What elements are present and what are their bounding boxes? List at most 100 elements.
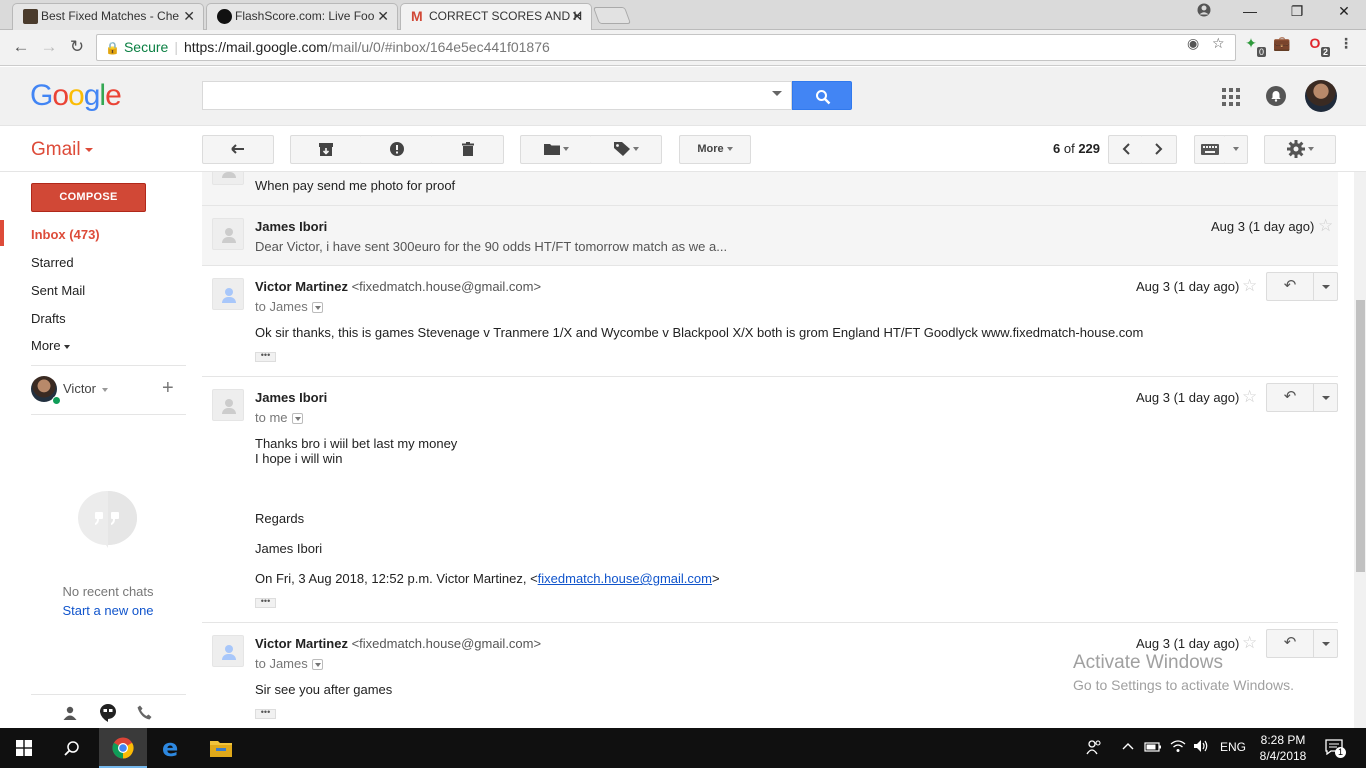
taskbar-chrome[interactable] <box>99 728 147 768</box>
browser-tab-flashscore[interactable]: FlashScore.com: Live Foo ✕ <box>206 3 398 30</box>
star-icon[interactable]: ☆ <box>1242 633 1257 653</box>
clock-date: 8/4/2018 <box>1259 749 1307 763</box>
star-icon[interactable]: ☆ <box>1242 276 1257 296</box>
delete-button[interactable] <box>432 135 504 164</box>
show-trimmed-content-button[interactable]: ••• <box>255 708 276 719</box>
address-bar[interactable]: 🔒 Secure | https://mail.google.com/mail/u/0… <box>96 34 1236 61</box>
more-options-button[interactable] <box>1313 629 1338 658</box>
hangouts-user-menu[interactable]: Victor <box>63 381 108 396</box>
back-icon[interactable]: ← <box>10 37 32 57</box>
bookmark-star-icon[interactable]: ☆ <box>1212 35 1225 52</box>
hangouts-chat-icon[interactable] <box>100 704 116 722</box>
more-actions-button[interactable]: More <box>679 135 751 164</box>
star-icon[interactable]: ☆ <box>1318 216 1333 236</box>
star-icon[interactable]: ☆ <box>1242 387 1257 407</box>
search-button[interactable] <box>792 81 852 110</box>
settings-button[interactable] <box>1264 135 1336 164</box>
newer-button[interactable] <box>1108 135 1143 164</box>
folder-icon <box>210 741 232 757</box>
sidebar-item-drafts[interactable]: Drafts <box>31 311 66 326</box>
show-details-chevron-icon[interactable] <box>291 413 303 425</box>
message-collapsed[interactable]: James Ibori Dear Victor, i have sent 300… <box>202 205 1338 266</box>
report-spam-button[interactable] <box>361 135 433 164</box>
new-tab-button[interactable] <box>592 7 632 24</box>
input-tools-dropdown[interactable] <box>1225 135 1248 164</box>
start-new-chat-link[interactable]: Start a new one <box>0 603 216 618</box>
input-tools-button[interactable] <box>1194 135 1226 164</box>
gmail-menu[interactable]: Gmail <box>31 139 93 161</box>
label-tag-icon <box>613 142 630 157</box>
volume-icon[interactable] <box>1193 739 1209 756</box>
bag-icon[interactable]: 💼 <box>1272 35 1292 57</box>
eye-icon[interactable]: ◉ <box>1187 35 1199 52</box>
search-options-chevron-icon[interactable] <box>772 91 782 96</box>
reply-button[interactable]: ↶ <box>1266 383 1314 412</box>
sidebar-item-starred[interactable]: Starred <box>31 255 74 270</box>
chrome-menu-icon[interactable]: ⋮ <box>1339 35 1353 52</box>
chevron-down-icon <box>726 147 733 152</box>
taskbar-clock[interactable]: 8:28 PM 8/4/2018 <box>1248 732 1318 764</box>
more-options-button[interactable] <box>1313 383 1338 412</box>
browser-toolbar: ← → ↻ 🔒 Secure | https://mail.google.com/ma… <box>0 30 1366 66</box>
extension-puzzle-icon[interactable]: ✦ 0 <box>1241 35 1266 57</box>
sidebar-item-sent-mail[interactable]: Sent Mail <box>31 283 85 298</box>
move-to-button[interactable] <box>520 135 592 164</box>
google-logo[interactable]: Google <box>30 79 122 113</box>
contacts-person-icon[interactable] <box>63 706 77 720</box>
reload-icon[interactable]: ↻ <box>66 37 88 57</box>
action-center-icon[interactable]: 1 <box>1325 739 1346 758</box>
close-tab-icon[interactable]: ✕ <box>183 4 195 28</box>
account-avatar[interactable] <box>1305 80 1337 112</box>
browser-tab-gmail[interactable]: M CORRECT SCORES AND H ✕ <box>400 3 592 31</box>
start-button[interactable] <box>0 728 48 768</box>
notifications-bell-icon[interactable] <box>1266 86 1286 106</box>
restore-icon[interactable]: ❐ <box>1285 3 1309 20</box>
wifi-icon[interactable] <box>1170 739 1186 756</box>
taskbar-edge[interactable]: e <box>148 728 196 768</box>
opera-icon[interactable]: O2 <box>1305 35 1330 57</box>
profile-icon[interactable] <box>1192 3 1216 20</box>
site-favicon-icon <box>23 9 38 24</box>
sender-email: <fixedmatch.house@gmail.com> <box>351 636 542 651</box>
windows-logo-icon <box>16 740 32 756</box>
input-language[interactable]: ENG <box>1220 740 1246 754</box>
keyboard-icon <box>1201 143 1219 155</box>
people-icon[interactable] <box>1086 739 1102 758</box>
search-input[interactable] <box>202 81 792 110</box>
message-collapsed[interactable]: When pay send me photo for proof <box>202 172 1338 205</box>
scrollbar-thumb[interactable] <box>1356 300 1365 572</box>
quoted-header: On Fri, 3 Aug 2018, 12:52 p.m. Victor Ma… <box>255 571 720 586</box>
message-expanded: James Ibori to me Aug 3 (1 day ago) ☆ ↶ … <box>202 376 1338 622</box>
minimize-icon[interactable]: — <box>1238 3 1262 19</box>
browser-tab-fixed-matches[interactable]: Best Fixed Matches - Che ✕ <box>12 3 204 30</box>
new-conversation-plus-icon[interactable]: + <box>162 377 174 400</box>
recipients: to me <box>255 410 303 425</box>
show-trimmed-content-button[interactable]: ••• <box>255 351 276 362</box>
sidebar-item-inbox[interactable]: Inbox (473) <box>31 227 100 242</box>
show-hidden-icons-chevron-icon[interactable] <box>1122 739 1134 753</box>
email-link[interactable]: fixedmatch.house@gmail.com <box>538 571 712 586</box>
close-tab-icon[interactable]: ✕ <box>571 4 583 28</box>
apps-grid-icon[interactable] <box>1222 88 1240 106</box>
forward-icon[interactable]: → <box>38 37 60 57</box>
url-path: /mail/u/0/#inbox/164e5ec441f01876 <box>327 39 550 55</box>
battery-icon[interactable] <box>1144 741 1162 755</box>
edge-icon: e <box>162 734 179 762</box>
show-details-chevron-icon[interactable] <box>311 302 323 314</box>
taskbar-file-explorer[interactable] <box>197 728 245 768</box>
sidebar-item-more[interactable]: More <box>31 338 70 353</box>
show-details-chevron-icon[interactable] <box>311 659 323 671</box>
show-trimmed-content-button[interactable]: ••• <box>255 597 276 608</box>
back-to-inbox-button[interactable] <box>202 135 274 164</box>
more-options-button[interactable] <box>1313 272 1338 301</box>
archive-button[interactable] <box>290 135 362 164</box>
older-button[interactable] <box>1142 135 1177 164</box>
compose-button[interactable]: COMPOSE <box>31 183 146 212</box>
reply-button[interactable]: ↶ <box>1266 272 1314 301</box>
phone-icon[interactable] <box>137 705 152 720</box>
labels-button[interactable] <box>591 135 662 164</box>
close-tab-icon[interactable]: ✕ <box>377 4 389 28</box>
taskbar-search-button[interactable] <box>48 728 96 768</box>
chevron-down-icon <box>1233 147 1239 152</box>
close-window-icon[interactable]: ✕ <box>1332 3 1356 20</box>
